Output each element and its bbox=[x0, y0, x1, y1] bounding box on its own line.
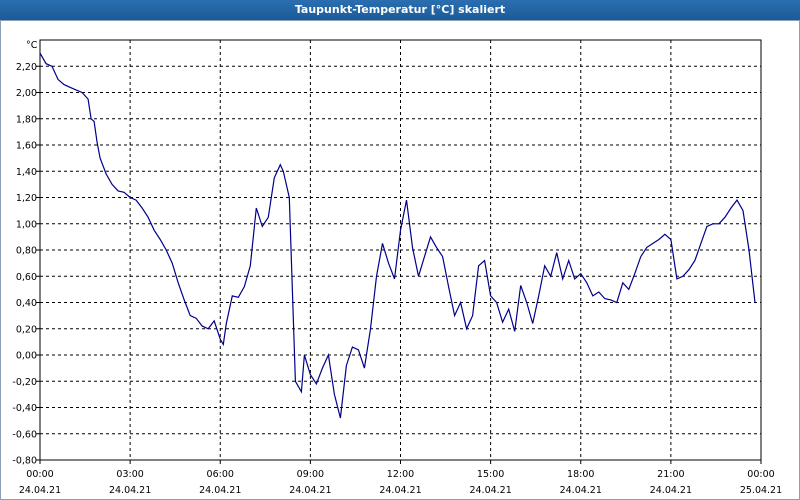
y-tick-label: 1,60 bbox=[16, 141, 37, 152]
x-tick-date-label: 24.04.21 bbox=[560, 485, 602, 496]
x-tick-date-label: 24.04.21 bbox=[289, 485, 331, 496]
y-tick-label: -0,80 bbox=[12, 456, 37, 467]
x-tick-time-label: 12:00 bbox=[387, 469, 414, 480]
x-tick-date-label: 24.04.21 bbox=[19, 485, 61, 496]
y-tick-label: 0,60 bbox=[16, 272, 37, 283]
y-tick-label: 1,80 bbox=[16, 114, 37, 125]
x-tick-time-label: 06:00 bbox=[207, 469, 234, 480]
y-tick-label: 0,00 bbox=[16, 351, 37, 362]
x-tick-time-label: 21:00 bbox=[657, 469, 684, 480]
y-tick-label: 0,40 bbox=[16, 298, 37, 309]
x-tick-date-label: 25.04.21 bbox=[740, 485, 782, 496]
x-tick-time-label: 15:00 bbox=[477, 469, 504, 480]
x-tick-date-label: 24.04.21 bbox=[379, 485, 421, 496]
y-tick-label: 1,40 bbox=[16, 167, 37, 178]
y-tick-label: -0,20 bbox=[12, 377, 37, 388]
series-line bbox=[39, 52, 756, 419]
y-tick-label: 0,80 bbox=[16, 246, 37, 257]
x-tick-time-label: 00:00 bbox=[747, 469, 774, 480]
x-tick-time-label: 18:00 bbox=[567, 469, 594, 480]
y-tick-label: 0,20 bbox=[16, 324, 37, 335]
x-tick-date-label: 24.04.21 bbox=[469, 485, 511, 496]
y-tick-label: 2,00 bbox=[16, 88, 37, 99]
y-tick-label: 2,20 bbox=[16, 62, 37, 73]
x-tick-date-label: 24.04.21 bbox=[199, 485, 241, 496]
chart-window: Taupunkt-Temperatur [°C] skaliert -0,80-… bbox=[0, 0, 800, 500]
y-tick-label: -0,40 bbox=[12, 403, 37, 414]
x-tick-time-label: 09:00 bbox=[297, 469, 324, 480]
y-tick-label: 1,20 bbox=[16, 193, 37, 204]
y-tick-label: -0,60 bbox=[12, 429, 37, 440]
x-tick-date-label: 24.04.21 bbox=[109, 485, 151, 496]
y-tick-label: 1,00 bbox=[16, 219, 37, 230]
x-tick-date-label: 24.04.21 bbox=[650, 485, 692, 496]
x-tick-time-label: 00:00 bbox=[26, 469, 53, 480]
y-axis-label: °C bbox=[26, 40, 38, 51]
x-tick-time-label: 03:00 bbox=[116, 469, 143, 480]
dewpoint-chart: -0,80 -0,60 -0,40 -0,20 0,00 0,20 0,40 0,60 0,80… bbox=[12, 39, 782, 496]
